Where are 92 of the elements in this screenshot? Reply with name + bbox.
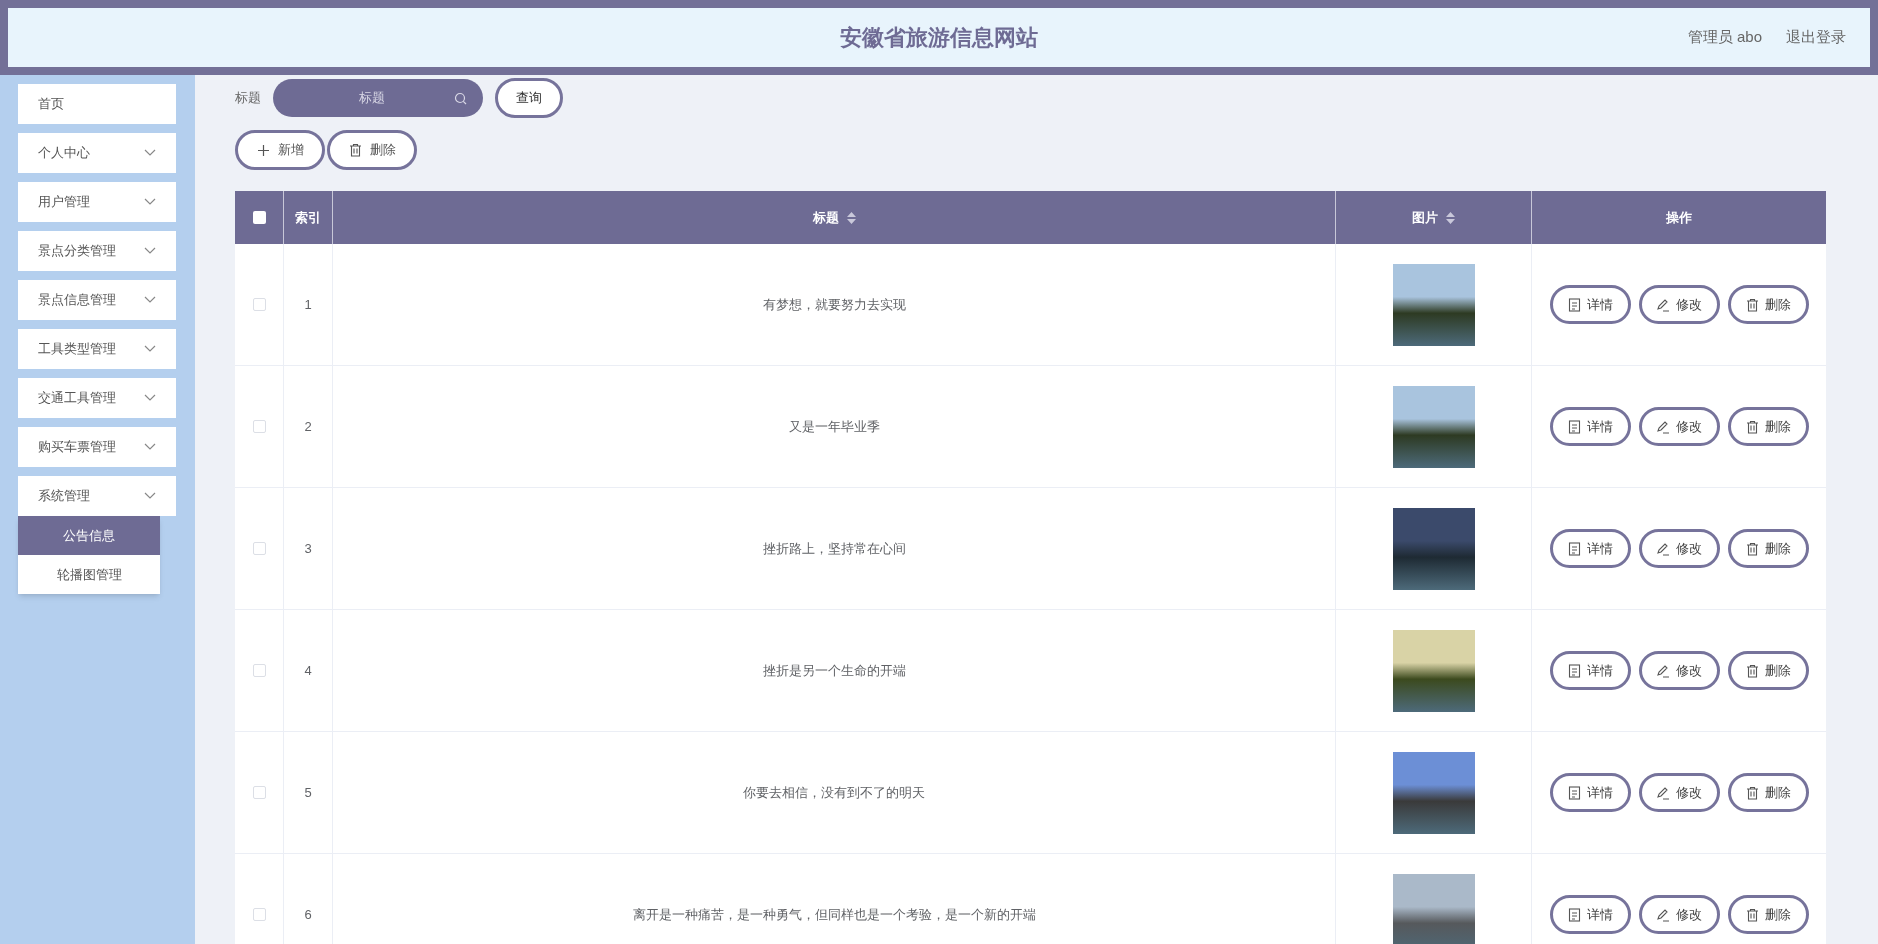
pencil-icon (1656, 907, 1670, 922)
search-field[interactable]: 标题 (273, 79, 483, 117)
table-cell-text: 1 (304, 295, 312, 314)
search-icon (454, 91, 467, 105)
submenu-item[interactable]: 轮播图管理 (18, 555, 160, 594)
submenu-item[interactable]: 公告信息 (18, 516, 160, 555)
menu-item[interactable]: 景点信息管理 (18, 280, 176, 320)
column-label: 图片 (1412, 208, 1438, 227)
pencil-icon (1656, 297, 1670, 312)
table-cell-text: 挫折路上，坚持常在心间 (762, 539, 906, 558)
chevron-down-icon (144, 247, 156, 255)
trash-icon (1745, 785, 1759, 800)
admin-label: 管理员 abo (1687, 27, 1762, 48)
document-icon (1567, 541, 1581, 556)
column-label: 操作 (1666, 208, 1692, 227)
trash-icon (1745, 297, 1759, 312)
row-checkbox[interactable] (252, 908, 266, 921)
table-cell-text: 5 (304, 783, 312, 802)
sort-icon[interactable] (1446, 211, 1455, 224)
menu-item[interactable]: 购买车票管理 (18, 427, 176, 467)
document-icon (1567, 663, 1581, 678)
pencil-icon (1656, 419, 1670, 434)
sort-icon[interactable] (846, 211, 856, 224)
chevron-down-icon (144, 198, 156, 206)
details-button[interactable]: 详情 (1549, 651, 1631, 690)
row-checkbox[interactable] (252, 786, 266, 799)
select-all-checkbox[interactable] (252, 211, 266, 224)
logout-link[interactable]: 退出登录 (1786, 26, 1846, 49)
menu-item[interactable]: 首页 (18, 84, 176, 124)
menu-item[interactable]: 系统管理 (18, 476, 176, 516)
menu-item[interactable]: 用户管理 (18, 182, 176, 222)
row-checkbox[interactable] (252, 542, 266, 555)
trash-icon (1745, 419, 1759, 434)
chevron-down-icon (144, 149, 156, 157)
chevron-down-icon (144, 394, 156, 402)
row-checkbox[interactable] (252, 298, 266, 311)
plus-icon (256, 143, 270, 157)
delete-button[interactable]: 删除 (1727, 529, 1809, 568)
delete-button[interactable]: 删除 (1727, 895, 1809, 934)
delete-button[interactable]: 删除 (1727, 773, 1809, 812)
delete-button[interactable]: 删除 (327, 130, 417, 170)
details-button[interactable]: 详情 (1549, 773, 1631, 812)
trash-icon (1745, 541, 1759, 556)
table-cell-text: 又是一年毕业季 (788, 417, 880, 436)
details-button[interactable]: 详情 (1549, 529, 1631, 568)
table-cell-text: 6 (304, 905, 312, 924)
table-cell-text: 你要去相信，没有到不了的明天 (743, 783, 925, 802)
chevron-down-icon (144, 296, 156, 304)
table-cell-text: 离开是一种痛苦，是一种勇气，但同样也是一个考验，是一个新的开端 (632, 905, 1036, 924)
site-title: 安徽省旅游信息网站 (840, 24, 1038, 52)
trash-icon (1745, 663, 1759, 678)
details-button[interactable]: 详情 (1549, 407, 1631, 446)
delete-button[interactable]: 删除 (1727, 285, 1809, 324)
table-cell-text: 挫折是另一个生命的开端 (762, 661, 906, 680)
document-icon (1567, 785, 1581, 800)
menu-item[interactable]: 个人中心 (18, 133, 176, 173)
table-cell-text: 2 (304, 417, 312, 436)
menu-item[interactable]: 交通工具管理 (18, 378, 176, 418)
trash-icon (1745, 907, 1759, 922)
query-button[interactable]: 查询 (495, 78, 563, 118)
pencil-icon (1656, 541, 1670, 556)
edit-button[interactable]: 修改 (1638, 407, 1720, 446)
details-button[interactable]: 详情 (1549, 285, 1631, 324)
document-icon (1567, 907, 1581, 922)
pencil-icon (1656, 663, 1670, 678)
table-cell-text: 4 (304, 661, 312, 680)
search-label: 标题 (235, 89, 261, 108)
delete-button[interactable]: 删除 (1727, 651, 1809, 690)
delete-button[interactable]: 删除 (1727, 407, 1809, 446)
table-cell-text: 3 (304, 539, 312, 558)
details-button[interactable]: 详情 (1549, 895, 1631, 934)
column-label: 标题 (812, 208, 839, 227)
menu-item[interactable]: 工具类型管理 (18, 329, 176, 369)
pencil-icon (1656, 785, 1670, 800)
chevron-down-icon (144, 492, 156, 500)
document-icon (1567, 419, 1581, 434)
table-cell-text: 有梦想，就要努力去实现 (762, 295, 906, 314)
row-checkbox[interactable] (252, 664, 266, 677)
edit-button[interactable]: 修改 (1638, 895, 1720, 934)
edit-button[interactable]: 修改 (1638, 773, 1720, 812)
search-input[interactable]: 标题 (289, 88, 454, 108)
document-icon (1567, 297, 1581, 312)
chevron-down-icon (144, 345, 156, 353)
trash-icon (348, 143, 362, 157)
row-checkbox[interactable] (252, 420, 266, 433)
edit-button[interactable]: 修改 (1638, 529, 1720, 568)
column-label: 索引 (295, 208, 321, 227)
edit-button[interactable]: 修改 (1638, 651, 1720, 690)
chevron-down-icon (144, 443, 156, 451)
add-button[interactable]: 新增 (235, 130, 325, 170)
menu-item[interactable]: 景点分类管理 (18, 231, 176, 271)
edit-button[interactable]: 修改 (1638, 285, 1720, 324)
